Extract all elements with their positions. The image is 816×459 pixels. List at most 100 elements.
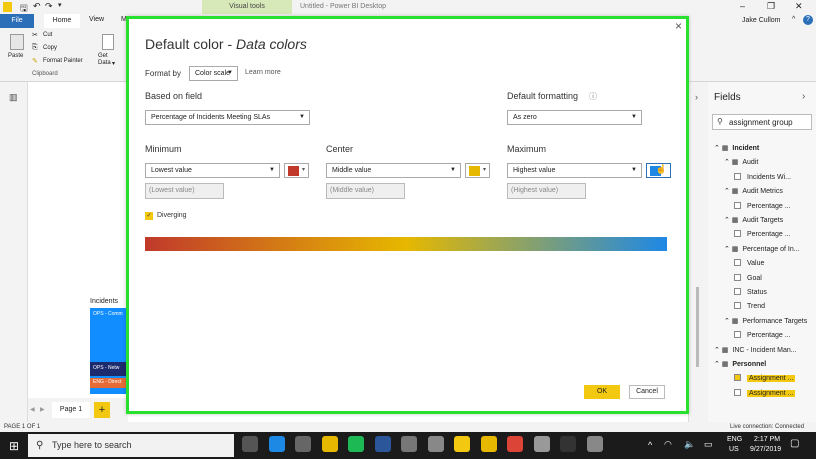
- clock-time[interactable]: 2:17 PM: [754, 436, 780, 443]
- field-item[interactable]: ⌃ ▦ Performance Targets: [724, 317, 807, 325]
- minimum-select[interactable]: Lowest value ▼: [145, 163, 280, 178]
- close-window-button[interactable]: ✕: [795, 1, 803, 12]
- format-painter-button[interactable]: Format Painter: [43, 58, 83, 64]
- visual-bar-chart[interactable]: OPS - Comm OPS - Netw ENG - Direct: [90, 308, 128, 394]
- file-explorer-icon[interactable]: [321, 436, 338, 452]
- windows-start-icon[interactable]: ⊞: [9, 439, 19, 453]
- field-checkbox[interactable]: [734, 259, 741, 267]
- network-icon[interactable]: ◠: [664, 439, 672, 450]
- copy-button[interactable]: Copy: [43, 45, 57, 51]
- field-item[interactable]: ⌃ ▦ Personnel: [714, 360, 766, 368]
- maximum-value-input[interactable]: (Highest value): [507, 183, 586, 199]
- tab-view[interactable]: View: [89, 16, 104, 23]
- center-select[interactable]: Middle value ▼: [326, 163, 461, 178]
- field-item[interactable]: Trend: [734, 302, 765, 310]
- field-checkbox[interactable]: [734, 273, 741, 281]
- add-page-button[interactable]: +: [94, 402, 110, 418]
- maximum-color-picker[interactable]: ☝: [646, 163, 671, 178]
- dialog-close-button[interactable]: ×: [675, 19, 682, 33]
- edge-icon[interactable]: [268, 436, 285, 452]
- field-item[interactable]: Status: [734, 288, 767, 296]
- collapse-fields-icon[interactable]: ›: [802, 91, 805, 102]
- taskbar-search-input[interactable]: ⚲ Type here to search: [28, 434, 234, 457]
- scrollbar[interactable]: [696, 287, 699, 367]
- learn-more-link[interactable]: Learn more: [245, 69, 281, 76]
- paste-button[interactable]: Paste: [8, 53, 23, 59]
- field-item[interactable]: Incidents Wi...: [734, 172, 791, 181]
- get-data-icon[interactable]: [102, 34, 114, 50]
- diverging-checkbox[interactable]: ✓: [145, 212, 153, 220]
- powerbi-taskbar-icon[interactable]: [454, 436, 470, 452]
- field-item[interactable]: ⌃ ▦ Audit: [724, 158, 758, 166]
- page-prev-icon[interactable]: ◀: [30, 406, 35, 413]
- field-item[interactable]: ⌃ ▦ Incident: [714, 144, 759, 152]
- field-item[interactable]: Percentage ...: [734, 331, 791, 339]
- maximum-select[interactable]: Highest value ▼: [507, 163, 642, 178]
- field-checkbox[interactable]: [734, 374, 741, 382]
- field-checkbox[interactable]: [734, 201, 741, 209]
- undo-icon[interactable]: ↶: [33, 1, 41, 12]
- task-view-icon[interactable]: [242, 436, 258, 452]
- expand-visualizations-icon[interactable]: ›: [695, 92, 698, 102]
- field-checkbox[interactable]: [734, 302, 741, 310]
- quick-access-menu-icon[interactable]: ▾: [58, 1, 62, 9]
- field-checkbox[interactable]: [734, 288, 741, 295]
- field-item[interactable]: ⌃ ▦ Audit Metrics: [724, 187, 783, 195]
- clock-date[interactable]: 9/27/2019: [750, 446, 781, 453]
- minimum-value-input[interactable]: (Lowest value): [145, 183, 224, 199]
- field-item[interactable]: ⌃ ▦ Audit Targets: [724, 216, 783, 224]
- file-icon[interactable]: [586, 436, 603, 452]
- cut-button[interactable]: Cut: [43, 32, 52, 38]
- photos-icon[interactable]: [427, 436, 444, 452]
- input-region[interactable]: US: [729, 446, 739, 453]
- tab-file[interactable]: File: [0, 14, 34, 28]
- chrome-icon[interactable]: [507, 436, 523, 452]
- field-item[interactable]: Assignment ...: [734, 374, 796, 383]
- field-item[interactable]: Assignment ...: [734, 388, 796, 397]
- mail-icon[interactable]: [295, 436, 311, 452]
- spotify-icon[interactable]: [348, 436, 364, 452]
- word-icon[interactable]: [374, 436, 391, 452]
- notification-icon[interactable]: ▭: [704, 439, 713, 450]
- action-center-icon[interactable]: ▢: [790, 438, 799, 449]
- field-item[interactable]: ⌃ ▦ Percentage of In...: [724, 245, 800, 253]
- minimum-color-picker[interactable]: ▾: [284, 163, 309, 178]
- field-checkbox[interactable]: [734, 331, 741, 339]
- volume-icon[interactable]: 🔈: [684, 439, 695, 450]
- fields-search-input[interactable]: ⚲ assignment group: [712, 114, 812, 130]
- restore-button[interactable]: ❐: [767, 1, 775, 12]
- center-value-input[interactable]: (Middle value): [326, 183, 405, 199]
- field-item[interactable]: Value: [734, 259, 764, 267]
- user-name: Jake Cullom: [742, 17, 781, 24]
- cancel-button[interactable]: Cancel: [629, 385, 665, 399]
- redo-icon[interactable]: ↷: [45, 1, 53, 12]
- settings-icon[interactable]: [401, 436, 417, 452]
- get-data-caret-icon[interactable]: ▾: [112, 60, 115, 67]
- paste-icon[interactable]: [10, 34, 24, 50]
- page-next-icon[interactable]: ▶: [40, 406, 45, 413]
- format-by-select[interactable]: Color scale ▼: [189, 66, 238, 81]
- field-item[interactable]: Percentage ...: [734, 201, 791, 210]
- field-item[interactable]: Goal: [734, 273, 762, 282]
- ok-button[interactable]: OK: [584, 385, 620, 399]
- field-item[interactable]: ⌃ ▦ INC - Incident Man...: [714, 346, 797, 354]
- help-icon[interactable]: ?: [803, 15, 813, 25]
- center-color-picker[interactable]: ▾: [465, 163, 490, 178]
- input-language[interactable]: ENG: [727, 436, 742, 443]
- terminal-icon[interactable]: [560, 436, 576, 452]
- minimize-button[interactable]: –: [740, 1, 745, 11]
- report-view-icon[interactable]: ▥: [9, 92, 18, 103]
- default-formatting-select[interactable]: As zero ▼: [507, 110, 642, 125]
- show-hidden-icons-icon[interactable]: ^: [648, 440, 652, 450]
- collapse-ribbon-icon[interactable]: ^: [792, 16, 795, 23]
- field-item[interactable]: Percentage ...: [734, 230, 791, 238]
- field-checkbox[interactable]: [734, 388, 741, 396]
- field-checkbox[interactable]: [734, 172, 741, 180]
- snipping-icon[interactable]: [533, 436, 550, 452]
- info-icon[interactable]: ⓘ: [589, 91, 597, 102]
- powerbi-report-icon[interactable]: [480, 436, 497, 452]
- page-tab-1[interactable]: Page 1: [52, 402, 90, 418]
- field-checkbox[interactable]: [734, 230, 741, 238]
- tab-home[interactable]: Home: [44, 14, 80, 28]
- based-on-field-select[interactable]: Percentage of Incidents Meeting SLAs ▼: [145, 110, 310, 125]
